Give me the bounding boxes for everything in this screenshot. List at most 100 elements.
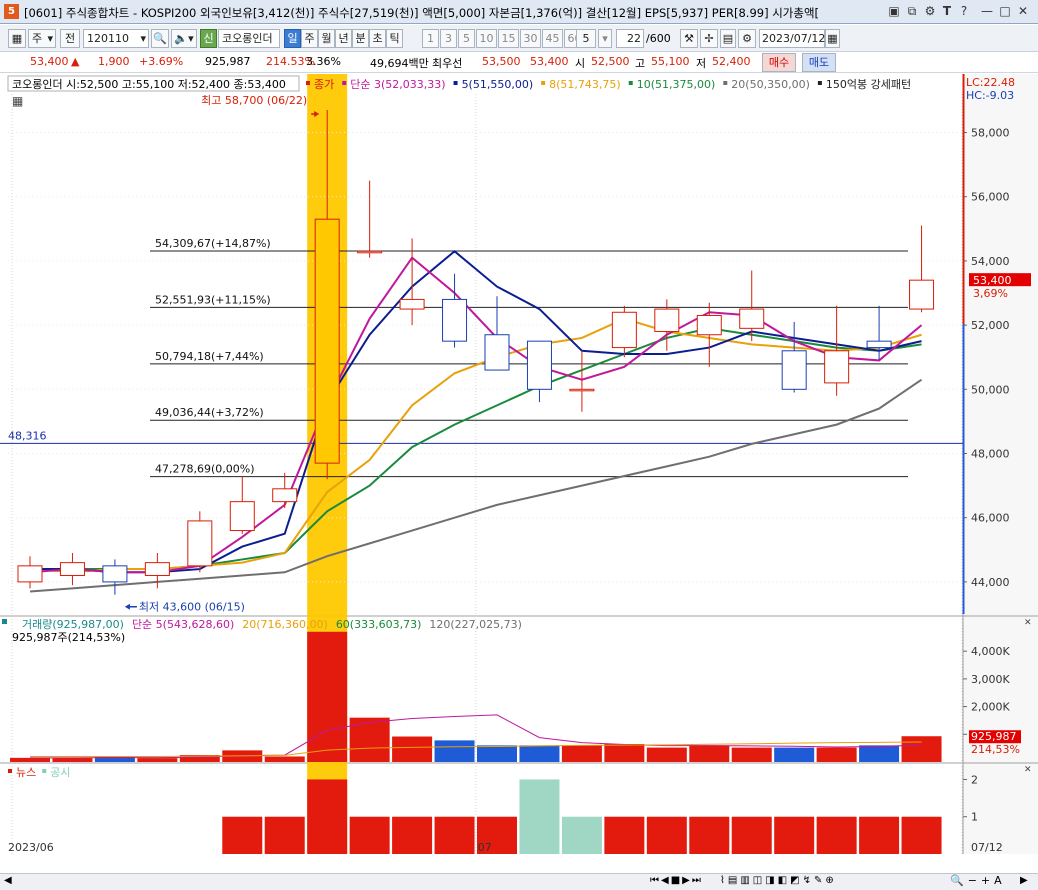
help-icon[interactable]: ? <box>957 4 971 18</box>
candle-body[interactable] <box>824 350 850 384</box>
news-close-icon[interactable]: ✕ <box>1024 765 1032 775</box>
period-tab-4[interactable]: 분 <box>352 29 369 48</box>
candle-body[interactable] <box>357 250 383 254</box>
window-icon[interactable]: ⧉ <box>905 4 919 19</box>
candle-body[interactable] <box>102 565 128 583</box>
candle-body[interactable] <box>59 562 85 576</box>
interval-button-30[interactable]: 30 <box>520 29 541 48</box>
volume-bar[interactable] <box>816 747 857 762</box>
grid-toggle-icon[interactable]: ▦ <box>12 94 23 108</box>
candle-body[interactable] <box>442 298 468 342</box>
news-bar[interactable] <box>774 816 815 854</box>
type-select[interactable]: 주 ▾ <box>28 29 56 48</box>
interval-button-10[interactable]: 10 <box>476 29 497 48</box>
news-bar[interactable] <box>392 816 433 854</box>
period-tab-3[interactable]: 년 <box>335 29 352 48</box>
close-icon[interactable]: ✕ <box>1016 4 1030 18</box>
period-tab-1[interactable]: 주 <box>301 29 318 48</box>
minimize-icon[interactable]: — <box>980 4 994 18</box>
candle-body[interactable] <box>399 298 425 310</box>
stock-chart[interactable]: 58,000 56,000 54,000 52,000 50,000 48,000 46,0… <box>0 74 1038 854</box>
candle-body[interactable] <box>484 334 510 371</box>
volume-bar[interactable] <box>689 745 730 762</box>
candle-body[interactable] <box>187 520 213 567</box>
volume-close-icon[interactable]: ✕ <box>1024 618 1032 628</box>
volume-bar[interactable] <box>264 756 305 762</box>
interval-button-3[interactable]: 3 <box>440 29 457 48</box>
text-icon[interactable]: T <box>940 4 954 18</box>
candle-body[interactable] <box>611 311 637 349</box>
candle-body[interactable] <box>144 562 170 576</box>
news-bar[interactable] <box>434 816 475 854</box>
scope-button[interactable]: 전 <box>60 29 80 48</box>
volume-bar[interactable] <box>52 757 93 762</box>
volume-bar[interactable] <box>859 745 900 762</box>
news-bar[interactable] <box>519 779 560 854</box>
volume-bar[interactable] <box>434 740 475 762</box>
volume-bar[interactable] <box>519 745 560 762</box>
stock-name-field[interactable]: 코오롱인더 <box>218 29 280 48</box>
search-icon[interactable]: 🔍 <box>151 29 169 48</box>
scroll-right-icon[interactable]: ▶ <box>1020 875 1028 886</box>
sell-button[interactable]: 매도 <box>802 53 836 72</box>
interval-button-5[interactable]: 5 <box>458 29 475 48</box>
news-bar[interactable] <box>646 816 687 854</box>
period-tab-2[interactable]: 월 <box>318 29 335 48</box>
volume-bar[interactable] <box>731 747 772 762</box>
interval-button-1[interactable]: 1 <box>422 29 439 48</box>
candle-body[interactable] <box>526 340 552 390</box>
news-bar[interactable] <box>816 816 857 854</box>
candle-body[interactable] <box>781 350 807 390</box>
calendar-icon[interactable]: ▦ <box>825 29 840 48</box>
interval-spin[interactable]: ▾ <box>598 29 612 48</box>
tools-icon[interactable]: ⚒ <box>680 29 698 48</box>
maximize-icon[interactable]: □ <box>998 4 1012 18</box>
news-bar[interactable] <box>859 816 900 854</box>
news-bar[interactable] <box>307 779 348 854</box>
candle-body[interactable] <box>866 340 892 349</box>
volume-bar[interactable] <box>774 747 815 762</box>
crosshair-icon[interactable]: ✢ <box>700 29 718 48</box>
settings-icon[interactable]: ⚙ <box>923 4 937 18</box>
stock-code-input[interactable]: 120110 ▾ <box>83 29 149 48</box>
interval-button-45[interactable]: 45 <box>542 29 563 48</box>
news-bar[interactable] <box>222 816 263 854</box>
news-bar[interactable] <box>561 816 602 854</box>
chart-type-icon[interactable]: ▦ <box>8 29 26 48</box>
news-bar[interactable] <box>731 816 772 854</box>
candle-body[interactable] <box>654 308 680 333</box>
candle-body[interactable] <box>739 308 765 329</box>
news-bar[interactable] <box>264 816 305 854</box>
volume-bar[interactable] <box>137 758 178 762</box>
volume-bar[interactable] <box>10 757 50 762</box>
volume-bar[interactable] <box>604 743 645 762</box>
chart-tool-icons[interactable]: ⌇▤▥◫◨◧◩↯✎⊕ <box>720 875 837 886</box>
scroll-left-icon[interactable]: ◀ <box>4 875 12 886</box>
period-tab-0[interactable]: 일 <box>284 29 301 48</box>
volume-bar[interactable] <box>392 736 433 762</box>
news-bar[interactable] <box>901 816 942 854</box>
period-tab-5[interactable]: 초 <box>369 29 386 48</box>
period-tab-6[interactable]: 틱 <box>386 29 403 48</box>
volume-bar[interactable] <box>901 736 942 762</box>
volume-bar[interactable] <box>477 745 517 762</box>
candle-body[interactable] <box>17 565 43 583</box>
gear-icon[interactable]: ⚙ <box>738 29 756 48</box>
volume-bar[interactable] <box>307 631 348 762</box>
save-icon[interactable]: ▤ <box>720 29 736 48</box>
interval-value[interactable]: 5 <box>576 29 596 48</box>
candle-body[interactable] <box>314 218 340 464</box>
news-bar[interactable] <box>349 816 390 854</box>
count-input[interactable]: 22 <box>616 29 644 48</box>
candle-body[interactable] <box>909 279 935 310</box>
volume-bar[interactable] <box>349 717 390 762</box>
candle-body[interactable] <box>569 388 595 392</box>
volume-bar[interactable] <box>646 747 687 762</box>
candle-body[interactable] <box>696 314 722 336</box>
interval-button-15[interactable]: 15 <box>498 29 519 48</box>
sound-icon[interactable]: 🔈▾ <box>171 29 197 48</box>
candle-body[interactable] <box>272 488 298 503</box>
chart-scroll-bar[interactable]: ◀ ⏮◀■▶⏭ ⌇▤▥◫◨◧◩↯✎⊕ 🔍−+A ▶ <box>0 873 1038 890</box>
date-input[interactable]: 2023/07/12 <box>759 29 825 48</box>
buy-button[interactable]: 매수 <box>762 53 796 72</box>
